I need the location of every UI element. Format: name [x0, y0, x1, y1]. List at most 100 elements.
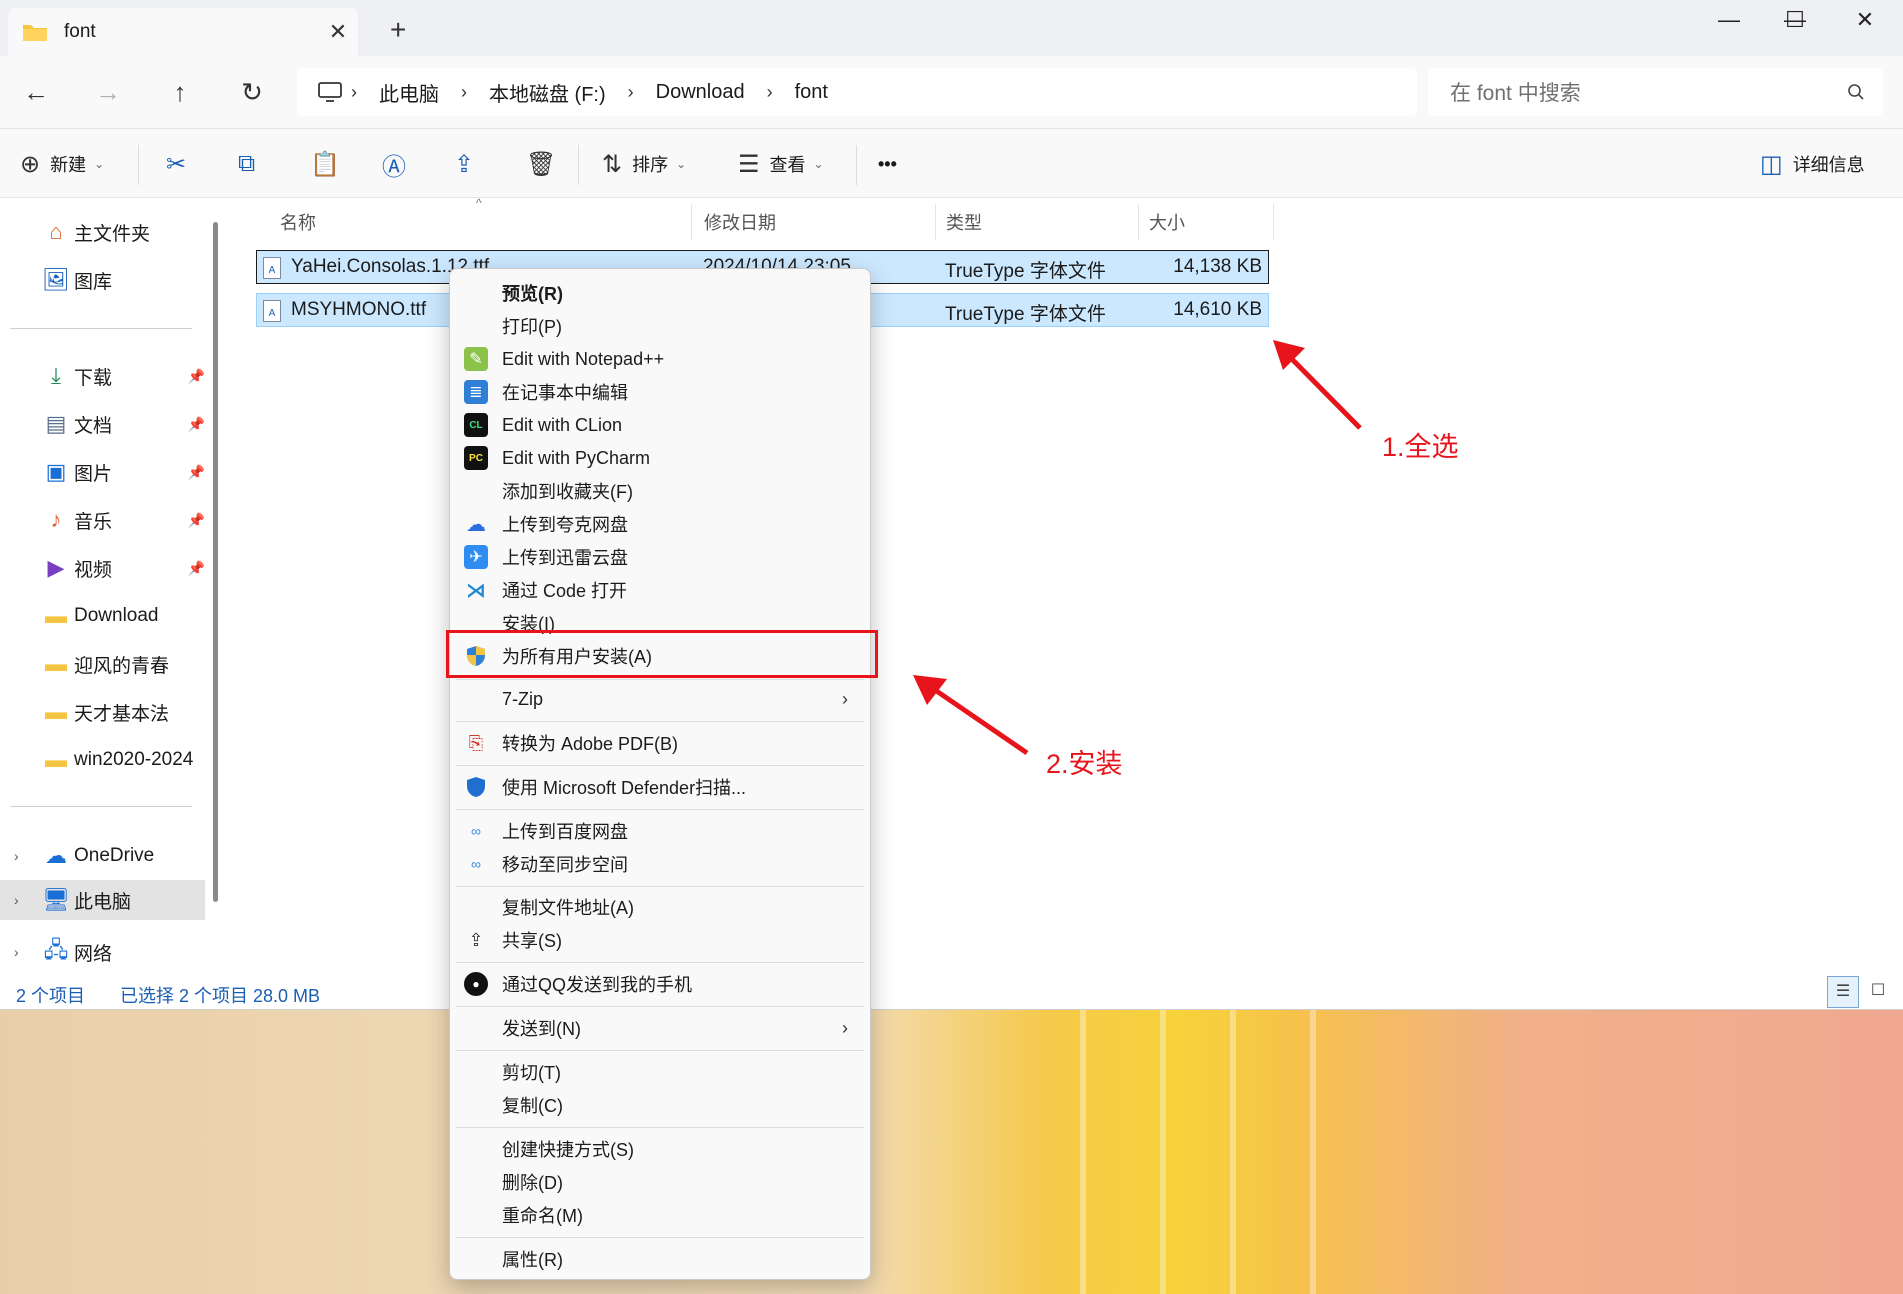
breadcrumb-download[interactable]: Download [656, 81, 745, 104]
rename-button[interactable]: Ⓐ [382, 147, 416, 181]
minimize-icon[interactable]: — [1694, 0, 1764, 40]
chevron-right-icon[interactable]: › [14, 892, 19, 908]
menu-item-copy[interactable]: 复制(C) [454, 1089, 866, 1121]
new-button[interactable]: ⊕ 新建 ⌄ [20, 147, 104, 181]
sidebar-item-onedrive[interactable]: › ☁ OneDrive [0, 836, 205, 876]
sidebar-item-videos[interactable]: ▶ 视频 📌 [0, 548, 205, 588]
font-file-icon: A [263, 300, 281, 322]
menu-item-properties[interactable]: 属性(R) [454, 1243, 866, 1275]
gallery-icon: 🖼 [42, 267, 70, 292]
view-button[interactable]: ☰ 查看 ⌄ [738, 147, 824, 181]
menu-item-sync-space[interactable]: ∞ 移动至同步空间 [454, 848, 866, 880]
menu-item-xunlei[interactable]: ✈ 上传到迅雷云盘 [454, 541, 866, 573]
share-button[interactable]: ⇪ [454, 147, 484, 181]
sidebar-item-folder[interactable]: ▬ 天才基本法 [0, 692, 205, 732]
cut-button[interactable]: ✂ [166, 147, 196, 181]
maximize-icon[interactable]: ☐ [1760, 0, 1830, 40]
sort-button[interactable]: ⇅ 排序 ⌄ [602, 147, 686, 181]
tab-font[interactable]: font ✕ [8, 8, 358, 56]
menu-item-7zip[interactable]: 7-Zip › [454, 683, 866, 715]
menu-separator [456, 1050, 864, 1051]
pycharm-icon: PC [464, 446, 488, 470]
baidu-icon: ∞ [471, 823, 481, 839]
sidebar-item-gallery[interactable]: 🖼 图库 [0, 260, 205, 300]
sidebar-item-this-pc[interactable]: › 🖥 此电脑 [0, 880, 205, 920]
close-tab-icon[interactable]: ✕ [318, 19, 358, 45]
sort-up-icon: ^ [476, 196, 482, 210]
menu-separator [456, 679, 864, 680]
menu-item-create-shortcut[interactable]: 创建快捷方式(S) [454, 1133, 866, 1165]
menu-item-share[interactable]: ⇪ 共享(S) [454, 924, 866, 956]
address-bar[interactable]: › 此电脑 › 本地磁盘 (F:) › Download › font [297, 68, 1417, 116]
sidebar-item-documents[interactable]: ▤ 文档 📌 [0, 404, 205, 444]
annotation-arrow-2 [913, 675, 1029, 756]
forward-button[interactable]: → [88, 72, 128, 112]
menu-item-clion[interactable]: CL Edit with CLion [454, 409, 866, 441]
pin-icon: 📌 [187, 415, 205, 432]
details-pane-icon: ◫ [1760, 150, 1783, 178]
column-header-date[interactable]: 修改日期 [694, 204, 936, 240]
tab-title: font [64, 21, 96, 42]
paste-button[interactable]: 📋 [310, 147, 350, 181]
menu-item-label: 复制(C) [502, 1096, 563, 1116]
menu-item-notepad[interactable]: ≣ 在记事本中编辑 [454, 376, 866, 408]
menu-item-defender[interactable]: 使用 Microsoft Defender扫描... [454, 771, 866, 803]
tiles-view-button[interactable]: ☐ [1862, 976, 1894, 1008]
menu-item-pycharm[interactable]: PC Edit with PyCharm [454, 442, 866, 474]
file-size: 14,138 KB [1173, 256, 1262, 277]
menu-item-adobe-pdf[interactable]: ⎘ 转换为 Adobe PDF(B) [454, 727, 866, 759]
details-view-button[interactable]: ☰ [1827, 976, 1859, 1008]
trash-icon: 🗑 [526, 150, 557, 178]
share-icon: ⇪ [454, 150, 475, 178]
back-button[interactable]: ← [16, 72, 56, 112]
column-header-name[interactable]: 名称 ^ [270, 196, 692, 240]
breadcrumb-font[interactable]: font [795, 81, 828, 104]
menu-item-qq[interactable]: ● 通过QQ发送到我的手机 [454, 968, 866, 1000]
menu-item-quark[interactable]: ☁ 上传到夸克网盘 [454, 508, 866, 540]
delete-button[interactable]: 🗑 [526, 147, 566, 181]
refresh-button[interactable]: ↻ [232, 72, 272, 112]
breadcrumb-this-pc[interactable]: 此电脑 [379, 78, 439, 107]
sidebar-divider [10, 806, 192, 807]
menu-item-vscode[interactable]: ⋊ 通过 Code 打开 [454, 574, 866, 606]
column-header-size[interactable]: 大小 [1139, 204, 1274, 240]
breadcrumb-drive[interactable]: 本地磁盘 (F:) [489, 78, 606, 107]
video-icon: ▶ [47, 555, 65, 580]
pin-icon: 📌 [187, 559, 205, 576]
sidebar-item-music[interactable]: ♪ 音乐 📌 [0, 500, 206, 540]
search-input[interactable]: 在 font 中搜索 [1428, 68, 1883, 116]
sidebar-item-home[interactable]: ⌂ 主文件夹 [0, 212, 205, 252]
column-label: 名称 [280, 213, 316, 233]
menu-item-cut[interactable]: 剪切(T) [454, 1056, 866, 1088]
column-label: 修改日期 [704, 213, 776, 233]
copy-button[interactable]: ⧉ [238, 147, 265, 181]
sidebar-item-network[interactable]: › 🖧 网络 [0, 932, 205, 972]
sidebar-scrollbar[interactable] [213, 222, 218, 902]
menu-item-notepadpp[interactable]: ✎ Edit with Notepad++ [454, 343, 866, 375]
menu-item-copy-path[interactable]: 复制文件地址(A) [454, 891, 866, 923]
navigation-pane: ⌂ 主文件夹 🖼 图库 ⤓ 下载 📌 ▤ 文档 📌 ▣ 图片 📌 ♪ 音乐 📌 [0, 198, 220, 973]
column-header-type[interactable]: 类型 [936, 204, 1139, 240]
qq-icon: ● [464, 972, 488, 996]
sidebar-item-folder[interactable]: ▬ 迎风的青春 [0, 644, 205, 684]
menu-item-baidu-upload[interactable]: ∞ 上传到百度网盘 [454, 815, 866, 847]
sidebar-item-pictures[interactable]: ▣ 图片 📌 [0, 452, 205, 492]
menu-item-add-favorites[interactable]: 添加到收藏夹(F) [454, 475, 866, 507]
up-button[interactable]: ↑ [160, 72, 200, 112]
copy-icon: ⧉ [238, 150, 256, 177]
menu-item-send-to[interactable]: 发送到(N) › [454, 1012, 866, 1044]
more-options-button[interactable]: ••• [878, 147, 897, 181]
menu-item-print[interactable]: 打印(P) [454, 310, 866, 342]
font-file-icon: A [263, 257, 281, 279]
sidebar-item-folder[interactable]: ▬ win2020-2024 [0, 740, 205, 780]
menu-item-preview[interactable]: 预览(R) [454, 277, 866, 309]
sidebar-item-downloads[interactable]: ⤓ 下载 📌 [0, 356, 205, 396]
details-pane-button[interactable]: ◫ 详细信息 [1760, 147, 1865, 181]
new-tab-button[interactable]: + [390, 14, 406, 46]
close-window-icon[interactable]: ✕ [1830, 0, 1900, 40]
menu-item-delete[interactable]: 删除(D) [454, 1166, 866, 1198]
menu-item-rename[interactable]: 重命名(M) [454, 1199, 866, 1231]
chevron-right-icon[interactable]: › [14, 944, 19, 960]
chevron-right-icon[interactable]: › [14, 848, 19, 864]
sidebar-item-download-folder[interactable]: ▬ Download [0, 596, 205, 636]
